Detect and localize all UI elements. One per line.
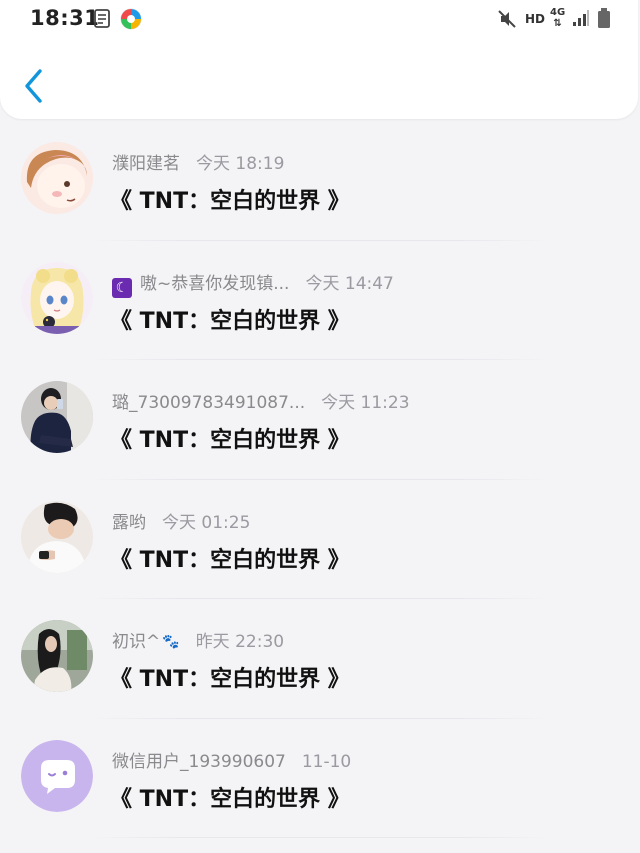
comment-text: 《 TNT：空白的世界 》: [110, 428, 350, 453]
hd-label: HD: [525, 12, 546, 26]
avatar[interactable]: [21, 739, 93, 812]
avatar[interactable]: [21, 620, 93, 692]
divider: [90, 837, 550, 838]
comment-meta: 濮阳建茗 今天 18:19: [112, 149, 284, 174]
network-label: 4G: [550, 7, 566, 18]
status-bar: 18:31 HD 4G ⇅: [0, 0, 640, 40]
list-item[interactable]: 微信用户_193990607 11-10 《 TNT：空白的世界 》: [0, 719, 640, 838]
user-name[interactable]: 璐_73009783491087...: [112, 388, 305, 413]
list-item[interactable]: 初识^ 🐾 昨天 22:30 《 TNT：空白的世界 》: [0, 599, 640, 719]
mute-icon: [498, 10, 516, 32]
timestamp: 今天 11:23: [321, 393, 410, 413]
battery-icon: [597, 8, 611, 33]
comment-text: 《 TNT：空白的世界 》: [110, 189, 350, 214]
user-name[interactable]: 微信用户_193990607: [112, 747, 286, 772]
list-item[interactable]: 露哟 今天 01:25 《 TNT：空白的世界 》: [0, 480, 640, 599]
avatar[interactable]: [21, 381, 93, 453]
timestamp: 今天 14:47: [305, 273, 394, 294]
user-name[interactable]: 濮阳建茗: [112, 149, 180, 174]
app-logo-icon: [120, 8, 142, 34]
comment-text: 《 TNT：空白的世界 》: [110, 786, 350, 812]
data-arrows-icon: ⇅: [553, 18, 562, 29]
comment-meta: 露哟 今天 01:25: [112, 508, 250, 533]
comment-meta: 初识^ 🐾 昨天 22:30: [112, 627, 284, 652]
timestamp: 昨天 22:30: [195, 632, 285, 652]
comment-meta: 璐_73009783491087... 今天 11:23: [112, 388, 410, 413]
user-name[interactable]: 初识^: [112, 627, 160, 652]
timestamp: 11-10: [301, 751, 352, 772]
list-item[interactable]: 璐_73009783491087... 今天 11:23 《 TNT：空白的世界 …: [0, 360, 640, 480]
comment-text: 《 TNT：空白的世界 》: [110, 308, 350, 334]
list-item[interactable]: 濮阳建茗 今天 18:19 《 TNT：空白的世界 》: [0, 121, 640, 241]
status-time: 18:31: [30, 6, 100, 30]
user-name[interactable]: 嗷~恭喜你发现镇...: [140, 269, 289, 294]
back-button[interactable]: [22, 68, 46, 104]
user-name[interactable]: 露哟: [112, 508, 146, 533]
comment-meta: ☾ 嗷~恭喜你发现镇... 今天 14:47: [112, 269, 394, 298]
avatar[interactable]: [21, 142, 93, 214]
comment-text: 《 TNT：空白的世界 》: [110, 667, 350, 692]
timestamp: 今天 01:25: [162, 512, 251, 533]
signal-icon: [572, 9, 590, 31]
list-item[interactable]: ☾ 嗷~恭喜你发现镇... 今天 14:47 《 TNT：空白的世界 》: [0, 241, 640, 360]
avatar[interactable]: [21, 500, 93, 573]
paw-print-icon: 🐾: [162, 634, 180, 650]
network-indicator: 4G ⇅: [550, 7, 565, 29]
comment-text: 《 TNT：空白的世界 》: [110, 547, 350, 573]
avatar[interactable]: [21, 261, 93, 334]
timestamp: 今天 18:19: [196, 154, 285, 174]
chevron-left-icon: [25, 69, 42, 103]
crescent-moon-icon: ☾: [112, 277, 132, 298]
comment-meta: 微信用户_193990607 11-10: [112, 747, 351, 772]
comment-list: 濮阳建茗 今天 18:19 《 TNT：空白的世界 》 ☾ 嗷~恭喜你发现镇... 今…: [0, 121, 640, 838]
document-icon: [94, 9, 110, 32]
